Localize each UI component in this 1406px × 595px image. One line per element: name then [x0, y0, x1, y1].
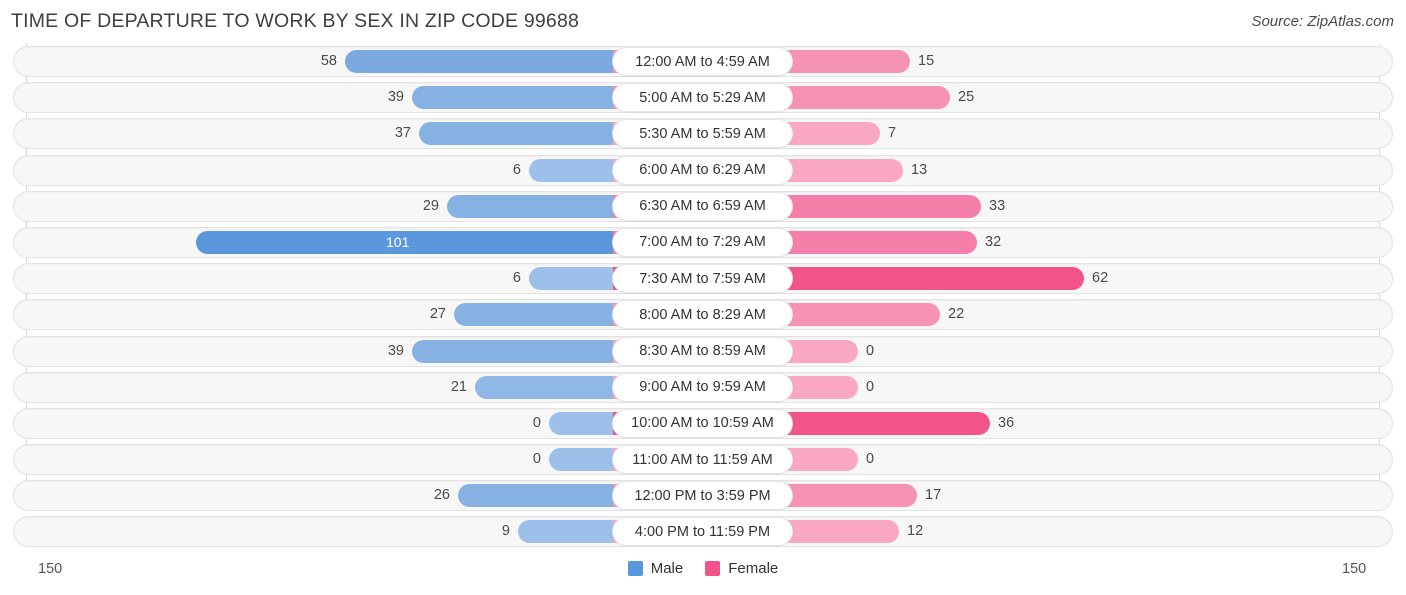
male-bar[interactable] [458, 484, 615, 508]
male-value-label: 0 [532, 414, 541, 431]
female-value-label: 22 [948, 306, 965, 323]
bar-row: 0 11:00 AM to 11:59 AM 0 [0, 442, 1406, 478]
male-value-label: 39 [387, 89, 404, 106]
chart-container: TIME OF DEPARTURE TO WORK BY SEX IN ZIP … [0, 0, 1406, 595]
bar-row: 0 10:00 AM to 10:59 AM 36 [0, 406, 1406, 442]
bar-rows: 58 12:00 AM to 4:59 AM 15 39 5:00 AM to 5:29… [0, 44, 1406, 551]
male-bar[interactable] [345, 50, 615, 73]
category-pill[interactable]: 11:00 AM to 11:59 AM [613, 446, 792, 474]
category-label: 7:30 AM to 7:59 AM [639, 270, 766, 287]
category-label: 7:00 AM to 7:29 AM [639, 234, 766, 251]
chart-legend: Male Female [0, 560, 1406, 577]
bar-row: 9 4:00 PM to 11:59 PM 12 [0, 514, 1406, 550]
category-pill[interactable]: 8:30 AM to 8:59 AM [613, 337, 792, 365]
category-label: 8:30 AM to 8:59 AM [639, 343, 766, 359]
category-pill[interactable]: 12:00 AM to 4:59 AM [613, 48, 792, 75]
category-pill[interactable]: 9:00 AM to 9:59 AM [613, 373, 792, 401]
category-pill[interactable]: 8:00 AM to 8:29 AM [613, 301, 792, 329]
male-bar[interactable] [412, 339, 615, 363]
male-value-label: 29 [422, 197, 439, 214]
category-label: 12:00 AM to 4:59 AM [635, 53, 770, 70]
bar-row: 26 12:00 PM to 3:59 PM 17 [0, 478, 1406, 514]
category-label: 4:00 PM to 11:59 PM [634, 523, 771, 540]
category-pill[interactable]: 6:00 AM to 6:29 AM [613, 156, 792, 184]
legend-label: Female [728, 560, 779, 577]
bar-row: 101 7:00 AM to 7:29 AM 32 [0, 225, 1406, 261]
category-label: 5:00 AM to 5:29 AM [639, 89, 766, 106]
category-pill[interactable]: 10:00 AM to 10:59 AM [613, 409, 792, 437]
female-value-label: 36 [998, 414, 1015, 431]
male-bar[interactable] [419, 122, 615, 146]
male-bar[interactable] [529, 158, 615, 182]
bar-row: 39 8:30 AM to 8:59 AM 0 [0, 334, 1406, 370]
female-value-label: 0 [866, 378, 875, 395]
category-pill[interactable]: 7:30 AM to 7:59 AM [613, 265, 792, 293]
plot-area: 58 12:00 AM to 4:59 AM 15 39 5:00 AM to 5:29… [0, 44, 1406, 549]
legend-item-female[interactable]: Female [705, 560, 778, 577]
category-label: 6:30 AM to 6:59 AM [639, 198, 766, 215]
female-value-label: 0 [866, 342, 875, 359]
female-value-label: 62 [1092, 270, 1109, 287]
male-value-label: 39 [387, 342, 404, 359]
category-label: 8:00 AM to 8:29 AM [639, 306, 766, 323]
category-pill[interactable]: 5:00 AM to 5:29 AM [613, 84, 792, 112]
category-pill[interactable]: 5:30 AM to 5:59 AM [613, 120, 792, 148]
bar-row: 58 12:00 AM to 4:59 AM 15 [0, 44, 1406, 80]
male-bar[interactable] [412, 86, 615, 110]
page-title: TIME OF DEPARTURE TO WORK BY SEX IN ZIP … [11, 10, 580, 32]
female-value-label: 25 [958, 89, 975, 106]
male-value-label: 6 [512, 270, 521, 287]
male-bar[interactable] [529, 267, 615, 291]
category-pill[interactable]: 6:30 AM to 6:59 AM [613, 192, 792, 220]
bar-row: 27 8:00 AM to 8:29 AM 22 [0, 297, 1406, 333]
female-value-label: 17 [925, 487, 942, 504]
legend-label: Male [650, 560, 684, 577]
category-pill[interactable]: 12:00 PM to 3:59 PM [613, 482, 792, 510]
category-label: 5:30 AM to 5:59 AM [639, 125, 766, 142]
category-label: 11:00 AM to 11:59 AM [632, 451, 773, 468]
male-value-label: 0 [532, 451, 541, 468]
male-value-label: 6 [512, 161, 521, 178]
bar-row: 6 6:00 AM to 6:29 AM 13 [0, 153, 1406, 189]
chart-footer: 150 150 Male Female [0, 549, 1406, 595]
bar-row: 37 5:30 AM to 5:59 AM 7 [0, 116, 1406, 152]
bar-row: 21 9:00 AM to 9:59 AM 0 [0, 370, 1406, 406]
male-bar[interactable] [518, 520, 615, 544]
male-value-label: 101 [386, 233, 410, 250]
bar-row: 29 6:30 AM to 6:59 AM 33 [0, 189, 1406, 225]
legend-item-male[interactable]: Male [627, 560, 684, 577]
bar-row: 6 7:30 AM to 7:59 AM 62 [0, 261, 1406, 297]
male-bar[interactable] [475, 375, 615, 399]
male-value-label: 27 [429, 306, 446, 323]
female-value-label: 12 [907, 523, 924, 540]
category-label: 9:00 AM to 9:59 AM [639, 379, 766, 396]
male-bar[interactable] [549, 448, 615, 472]
chart-header: TIME OF DEPARTURE TO WORK BY SEX IN ZIP … [0, 0, 1406, 42]
category-label: 6:00 AM to 6:29 AM [639, 162, 766, 179]
male-value-label: 58 [320, 53, 337, 69]
female-value-label: 7 [888, 125, 897, 142]
legend-swatch-icon [627, 561, 643, 576]
female-value-label: 15 [918, 53, 935, 69]
male-bar[interactable] [454, 303, 615, 327]
female-value-label: 0 [866, 451, 875, 468]
category-label: 10:00 AM to 10:59 AM [631, 415, 774, 432]
female-value-label: 33 [989, 197, 1006, 214]
category-pill[interactable]: 4:00 PM to 11:59 PM [613, 518, 792, 546]
male-bar[interactable] [447, 194, 615, 218]
male-value-label: 21 [450, 378, 467, 395]
male-bar[interactable] [549, 411, 615, 435]
male-value-label: 37 [394, 125, 411, 142]
male-value-label: 26 [433, 487, 450, 504]
female-value-label: 13 [911, 161, 928, 178]
category-pill[interactable]: 7:00 AM to 7:29 AM [613, 228, 792, 256]
bar-row: 39 5:00 AM to 5:29 AM 25 [0, 80, 1406, 116]
female-value-label: 32 [985, 233, 1002, 250]
male-value-label: 9 [501, 523, 510, 540]
legend-swatch-icon [705, 561, 721, 576]
source-attribution: Source: ZipAtlas.com [1251, 13, 1394, 30]
category-label: 12:00 PM to 3:59 PM [634, 487, 771, 504]
